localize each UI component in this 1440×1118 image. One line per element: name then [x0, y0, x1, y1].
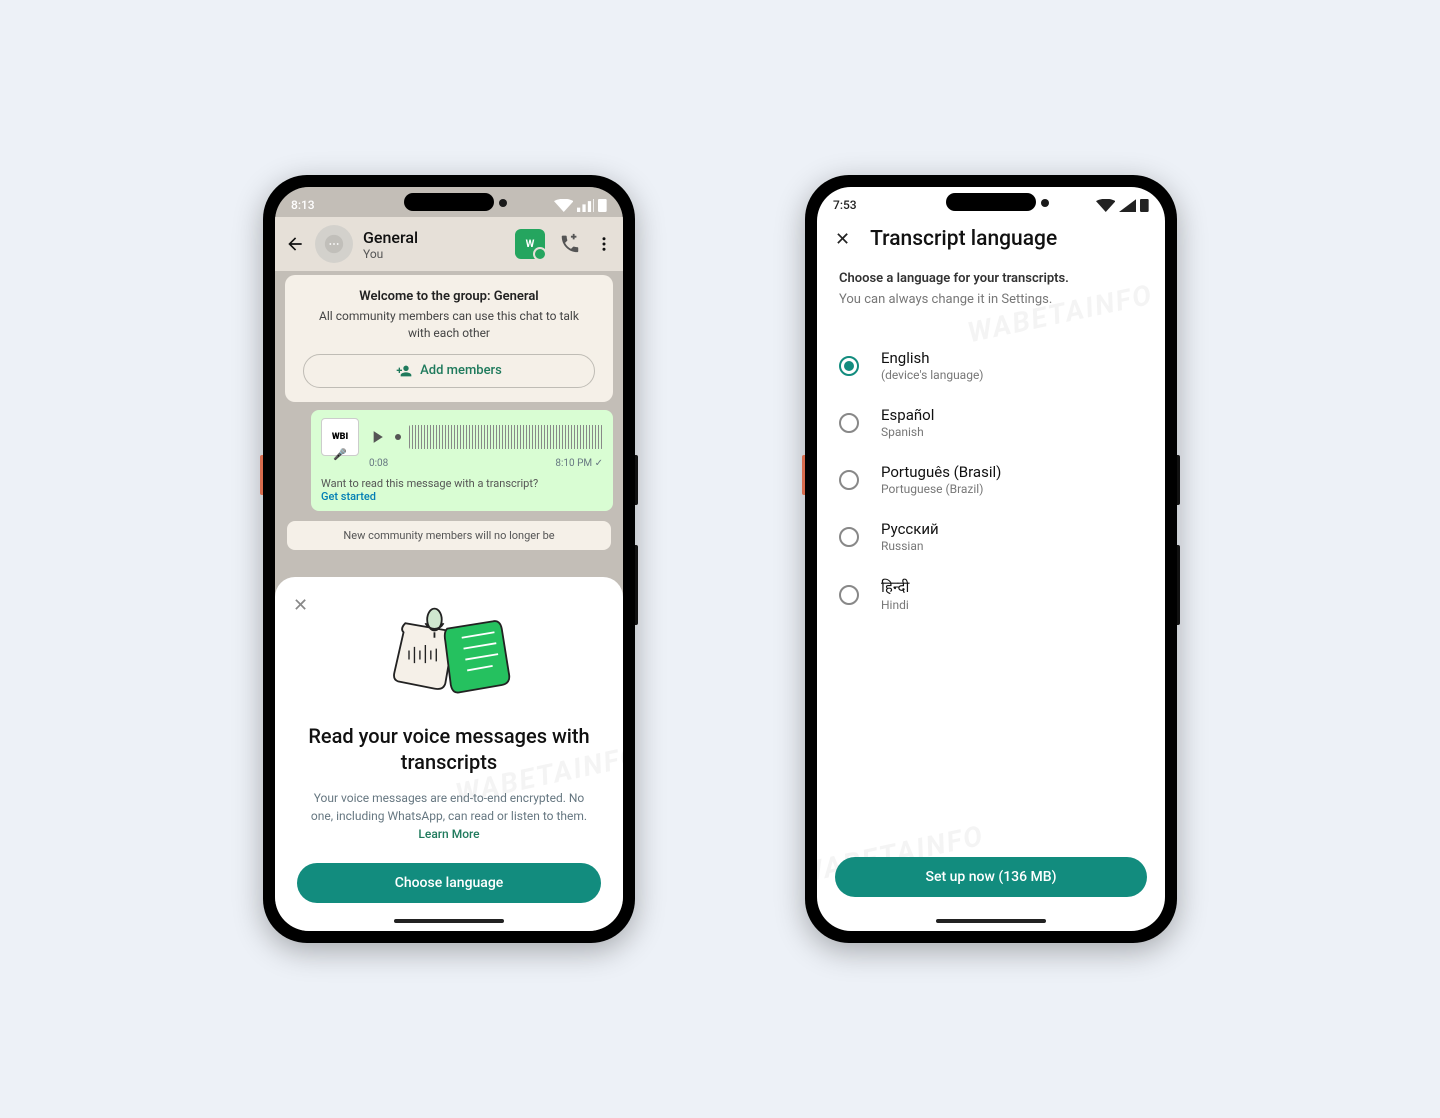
language-list: English(device's language) EspañolSpanis…	[817, 323, 1165, 638]
sheet-title: Read your voice messages with transcript…	[297, 723, 601, 775]
group-avatar[interactable]	[315, 225, 353, 263]
back-icon[interactable]	[285, 234, 305, 254]
learn-more-link[interactable]: Learn More	[418, 827, 479, 841]
signal-icon	[577, 199, 594, 212]
transcript-illustration	[374, 605, 524, 705]
choose-language-button[interactable]: Choose language	[297, 863, 601, 903]
radio-icon	[839, 470, 859, 490]
close-icon[interactable]: ✕	[293, 595, 308, 616]
bottom-sheet: ✕ Read your voice messages with transcri…	[275, 577, 623, 931]
voice-timestamp: 8:10 PM ✓	[555, 458, 603, 469]
radio-icon	[839, 413, 859, 433]
page-title: Transcript language	[870, 227, 1057, 251]
play-icon[interactable]	[367, 427, 387, 447]
status-icons	[1096, 199, 1149, 212]
app-badge[interactable]: W	[515, 229, 545, 259]
system-message: New community members will no longer be	[287, 521, 611, 550]
more-icon[interactable]	[595, 235, 613, 253]
language-option-english[interactable]: English(device's language)	[839, 337, 1143, 394]
voice-duration: 0:08	[369, 458, 388, 469]
chat-icon	[323, 233, 345, 255]
setup-now-button[interactable]: Set up now (136 MB)	[835, 857, 1147, 897]
status-icons	[554, 199, 607, 212]
status-time: 8:13	[291, 198, 315, 212]
sheet-body: Your voice messages are end-to-end encry…	[297, 789, 601, 843]
signal-icon	[1119, 199, 1136, 212]
add-members-label: Add members	[420, 363, 502, 378]
gesture-bar[interactable]	[936, 919, 1046, 923]
info-title: Welcome to the group: General	[303, 289, 595, 304]
phone-1: 8:13 General You W	[263, 175, 635, 943]
call-add-icon[interactable]	[559, 233, 581, 255]
language-option-spanish[interactable]: EspañolSpanish	[839, 394, 1143, 451]
add-members-button[interactable]: Add members	[303, 354, 595, 388]
radio-icon	[839, 527, 859, 547]
battery-icon	[598, 199, 607, 212]
radio-selected-icon	[839, 356, 859, 376]
person-add-icon	[396, 363, 412, 379]
instructions: Choose a language for your transcripts. …	[817, 267, 1165, 323]
title-bar: ✕ Transcript language	[817, 217, 1165, 267]
voice-message-bubble[interactable]: WBI 0:08 8:10 PM ✓ Want to read this mes…	[311, 410, 613, 511]
header-title-block[interactable]: General You	[363, 228, 505, 261]
radio-icon	[839, 585, 859, 605]
gesture-bar[interactable]	[394, 919, 504, 923]
wifi-icon	[1096, 199, 1116, 212]
instruction-secondary: You can always change it in Settings.	[839, 292, 1143, 307]
status-bar: 8:13	[275, 187, 623, 217]
status-time: 7:53	[833, 198, 857, 212]
chat-name: General	[363, 228, 505, 247]
status-bar: 7:53	[817, 187, 1165, 217]
sender-avatar: WBI	[321, 418, 359, 456]
waveform[interactable]	[409, 425, 603, 449]
playhead-dot	[395, 434, 401, 440]
close-icon[interactable]: ✕	[835, 229, 850, 250]
get-started-link[interactable]: Get started	[321, 490, 603, 503]
language-option-hindi[interactable]: हिन्दीHindi	[839, 565, 1143, 624]
chat-header: General You W	[275, 217, 623, 271]
battery-icon	[1140, 199, 1149, 212]
language-option-portuguese[interactable]: Português (Brasil)Portuguese (Brazil)	[839, 451, 1143, 508]
language-option-russian[interactable]: РусскийRussian	[839, 508, 1143, 565]
transcript-prompt: Want to read this message with a transcr…	[321, 477, 603, 490]
phone-2: 7:53 ✕ Transcript language WABETAINFO Ch…	[805, 175, 1177, 943]
chat-subtitle: You	[363, 247, 505, 261]
instruction-primary: Choose a language for your transcripts.	[839, 271, 1143, 286]
wifi-icon	[554, 199, 574, 212]
info-subtitle: All community members can use this chat …	[303, 308, 595, 342]
group-info-card: Welcome to the group: General All commun…	[285, 275, 613, 402]
